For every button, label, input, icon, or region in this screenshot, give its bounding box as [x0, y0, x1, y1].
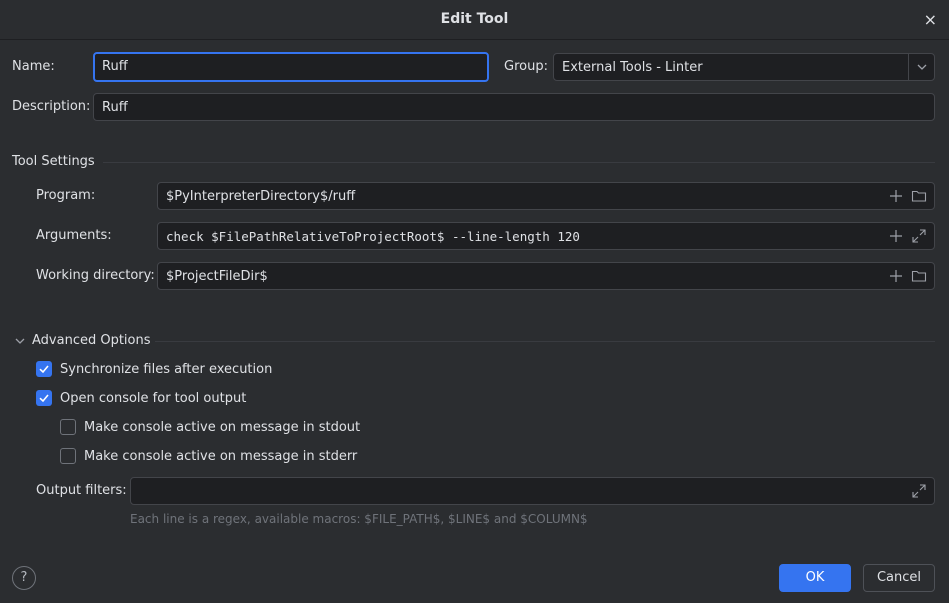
open-console-label: Open console for tool output: [60, 391, 247, 406]
group-combobox[interactable]: External Tools - Linter: [553, 53, 935, 81]
output-filters-hint: Each line is a regex, available macros: …: [130, 512, 588, 526]
description-input[interactable]: Ruff: [93, 93, 935, 121]
console-stdout-label: Make console active on message in stdout: [84, 420, 361, 435]
section-divider: [155, 341, 935, 342]
working-directory-input[interactable]: $ProjectFileDir$: [157, 262, 935, 290]
section-divider: [103, 162, 935, 163]
cancel-button[interactable]: Cancel: [863, 564, 935, 592]
group-value: External Tools - Linter: [562, 60, 703, 75]
chevron-down-icon[interactable]: [908, 54, 934, 80]
plus-icon[interactable]: [888, 188, 904, 204]
description-value: Ruff: [102, 100, 128, 115]
arguments-input[interactable]: check $FilePathRelativeToProjectRoot$ --…: [157, 222, 935, 250]
title-bar: Edit Tool ×: [0, 0, 949, 40]
folder-icon[interactable]: [911, 188, 927, 204]
program-value: $PyInterpreterDirectory$/ruff: [166, 189, 356, 204]
name-value: Ruff: [102, 59, 128, 74]
tool-settings-heading: Tool Settings: [12, 154, 95, 169]
open-console-checkbox[interactable]: [36, 390, 52, 406]
plus-icon[interactable]: [888, 268, 904, 284]
working-directory-value: $ProjectFileDir$: [166, 269, 268, 284]
arguments-value: check $FilePathRelativeToProjectRoot$ --…: [166, 229, 580, 244]
checkmark-icon: [39, 394, 49, 403]
close-icon[interactable]: ×: [924, 10, 937, 29]
sync-files-label: Synchronize files after execution: [60, 362, 273, 377]
program-input[interactable]: $PyInterpreterDirectory$/ruff: [157, 182, 935, 210]
description-label: Description:: [12, 99, 91, 114]
output-filters-input[interactable]: [130, 477, 935, 505]
name-input[interactable]: Ruff: [93, 52, 489, 82]
expand-icon[interactable]: [911, 483, 927, 499]
checkmark-icon: [39, 365, 49, 374]
output-filters-label: Output filters:: [36, 483, 127, 498]
advanced-options-heading[interactable]: Advanced Options: [32, 333, 151, 348]
working-directory-label: Working directory:: [36, 268, 155, 283]
program-label: Program:: [36, 188, 96, 203]
console-stderr-label: Make console active on message in stderr: [84, 449, 358, 464]
console-stdout-checkbox[interactable]: [60, 419, 76, 435]
help-icon[interactable]: ?: [12, 566, 36, 590]
group-label: Group:: [504, 59, 548, 74]
expand-icon[interactable]: [911, 228, 927, 244]
plus-icon[interactable]: [888, 228, 904, 244]
arguments-label: Arguments:: [36, 228, 112, 243]
name-label: Name:: [12, 59, 55, 74]
console-stderr-checkbox[interactable]: [60, 448, 76, 464]
chevron-down-icon[interactable]: [13, 334, 27, 348]
sync-files-checkbox[interactable]: [36, 361, 52, 377]
ok-button[interactable]: OK: [779, 564, 851, 592]
dialog-title: Edit Tool: [440, 11, 509, 27]
folder-icon[interactable]: [911, 268, 927, 284]
